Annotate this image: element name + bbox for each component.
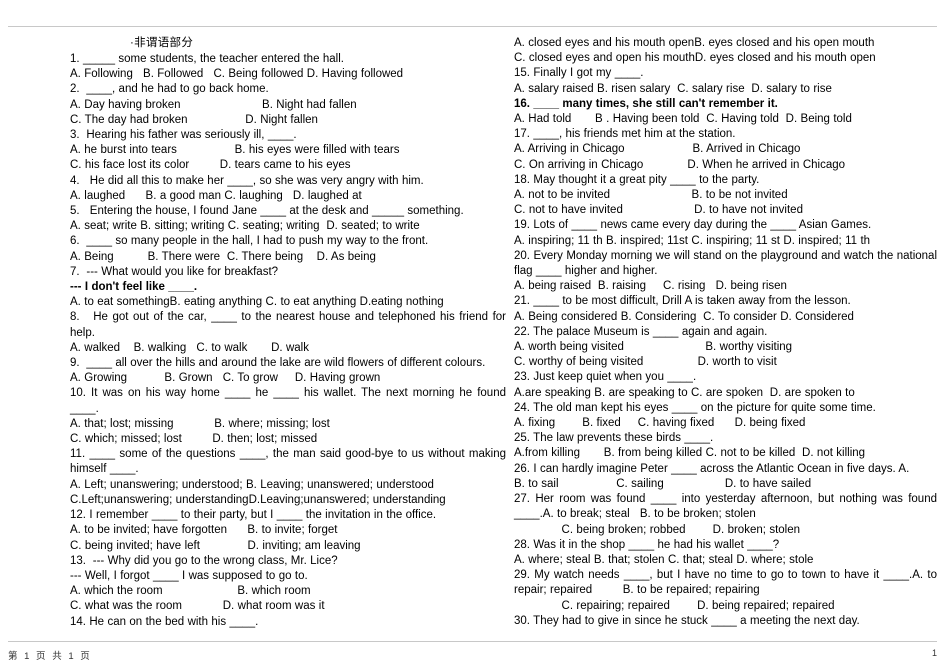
question-line: 22. The palace Museum is ____ again and … xyxy=(514,325,768,338)
right-column-lines: A. closed eyes and his mouth openB. eyes… xyxy=(514,36,937,629)
question-line: 29. My watch needs ____, but I have no t… xyxy=(514,569,941,597)
question-line: 19. Lots of ____ news came every day dur… xyxy=(514,219,872,232)
two-column-body: ·非谓语部分 1. _____ some students, the teach… xyxy=(0,36,945,630)
question-line: 13. --- Why did you go to the wrong clas… xyxy=(70,554,338,567)
question-line: --- I don't feel like ____. xyxy=(70,281,198,294)
question-line: C. being invited; have left D. inviting;… xyxy=(70,539,361,552)
question-line: A. worth being visited B. worthy visitin… xyxy=(514,341,793,354)
question-line: A. walked B. walking C. to walk D. walk xyxy=(70,341,309,354)
question-line: A. to eat somethingB. eating anything C.… xyxy=(70,296,444,309)
question-line: 26. I can hardly imagine Peter ____ acro… xyxy=(514,462,910,475)
question-line: 8. He got out of the car, ____ to the ne… xyxy=(70,311,510,339)
question-line: A.from killing B. from being killed C. n… xyxy=(514,447,866,460)
question-line: 21. ____ to be most difficult, Drill A i… xyxy=(514,295,851,308)
page-title: ·非谓语部分 xyxy=(130,37,194,49)
question-line: A. Had told B . Having been told C. Havi… xyxy=(514,113,852,126)
question-line: C. which; missed; lost D. then; lost; mi… xyxy=(70,433,318,446)
question-line: 27. Her room was found ____ into yesterd… xyxy=(514,493,941,521)
question-line: A. to be invited; have forgotten B. to i… xyxy=(70,524,338,537)
question-line: 9. ____ all over the hills and around th… xyxy=(70,357,486,370)
question-line: A. Left; unanswering; understood; B. Lea… xyxy=(70,478,434,491)
question-line: 12. I remember ____ to their party, but … xyxy=(70,509,437,522)
question-line: 3. Hearing his father was seriously ill,… xyxy=(70,129,297,142)
question-line: A. Being B. There were C. There being D.… xyxy=(70,250,376,263)
question-line: A. seat; write B. sitting; writing C. se… xyxy=(70,220,420,233)
question-line: A. being raised B. raising C. rising D. … xyxy=(514,280,787,293)
question-line: 6. ____ so many people in the hall, I ha… xyxy=(70,235,429,248)
question-line: A.are speaking B. are speaking to C. are… xyxy=(514,386,855,399)
question-line: 20. Every Monday morning we will stand o… xyxy=(514,249,941,278)
question-line: 2. ____, and he had to go back home. xyxy=(70,83,269,96)
question-line: C. what was the room D. what room was it xyxy=(70,600,325,613)
question-line: A. closed eyes and his mouth openB. eyes… xyxy=(514,37,875,49)
question-line: A. where; steal B. that; stolen C. that;… xyxy=(514,553,814,566)
question-line: --- Well, I forgot ____ I was supposed t… xyxy=(70,569,308,582)
question-line: 25. The law prevents these birds ____. xyxy=(514,432,714,445)
left-column-lines: 1. _____ some students, the teacher ente… xyxy=(70,52,506,630)
question-line: 16. ____ many times, she still can't rem… xyxy=(514,97,778,110)
question-line: A. that; lost; missing B. where; missing… xyxy=(70,417,330,430)
left-column: ·非谓语部分 1. _____ some students, the teach… xyxy=(0,36,512,630)
question-line: A. Growing B. Grown C. To grow D. Having… xyxy=(70,372,381,385)
question-line: C. his face lost its color D. tears came… xyxy=(70,159,351,172)
page-bottom-rule xyxy=(8,641,937,642)
question-line: A. Following B. Followed C. Being follow… xyxy=(70,68,404,81)
question-line: 28. Was it in the shop ____ he had his w… xyxy=(514,538,780,551)
question-line: A. which the room B. which room xyxy=(70,585,311,598)
question-line: A. Being considered B. Considering C. To… xyxy=(514,310,854,323)
question-line: A. he burst into tears B. his eyes were … xyxy=(70,144,400,157)
footer-page-number: 1 xyxy=(931,648,937,658)
question-line: 23. Just keep quiet when you ____. xyxy=(514,371,697,384)
question-line: 5. Entering the house, I found Jane ____… xyxy=(70,205,464,218)
page-top-rule xyxy=(8,26,937,27)
question-line: 18. May thought it a great pity ____ to … xyxy=(514,173,760,186)
right-column: A. closed eyes and his mouth openB. eyes… xyxy=(512,36,945,629)
question-line: C. worthy of being visited D. worth to v… xyxy=(514,356,777,369)
question-line: C. closed eyes and open his mouthD. eyes… xyxy=(514,52,876,65)
question-line: C. being broken; robbed D. broken; stole… xyxy=(514,523,801,536)
question-line: 15. Finally I got my ____. xyxy=(514,67,644,80)
question-line: A. fixing B. fixed C. having fixed D. be… xyxy=(514,417,806,430)
question-line: A. salary raised B. risen salary C. sala… xyxy=(514,82,832,95)
question-line: B. to sail C. sailing D. to have sailed xyxy=(514,477,812,490)
question-line: 24. The old man kept his eyes ____ on th… xyxy=(514,401,876,414)
question-line: 4. He did all this to make her ____, so … xyxy=(70,174,424,187)
question-line: 11. ____ some of the questions ____, the… xyxy=(70,448,510,476)
question-line: C. The day had broken D. Night fallen xyxy=(70,113,318,126)
question-line: A. inspiring; 11 th B. inspired; 11st C.… xyxy=(514,234,871,247)
question-line: 1. _____ some students, the teacher ente… xyxy=(70,53,344,65)
question-line: A. laughed B. a good man C. laughing D. … xyxy=(70,189,362,202)
question-line: C. On arriving in Chicago D. When he arr… xyxy=(514,158,846,171)
question-line: C.Left;unanswering; understandingD.Leavi… xyxy=(70,493,446,506)
question-line: 14. He can on the bed with his ____. xyxy=(70,615,259,628)
question-line: A. Day having broken B. Night had fallen xyxy=(70,98,357,111)
document-page: ·非谓语部分 1. _____ some students, the teach… xyxy=(0,0,945,668)
question-line: 17. ____, his friends met him at the sta… xyxy=(514,128,736,141)
question-line: C. not to have invited D. to have not in… xyxy=(514,204,803,217)
question-line: C. repairing; repaired D. being repaired… xyxy=(514,599,835,612)
question-line: A. Arriving in Chicago B. Arrived in Chi… xyxy=(514,143,801,156)
question-line: 30. They had to give in since he stuck _… xyxy=(514,614,860,627)
question-line: A. not to be invited B. to be not invite… xyxy=(514,189,788,202)
question-line: 7. --- What would you like for breakfast… xyxy=(70,265,279,278)
question-line: 10. It was on his way home ____ he ____ … xyxy=(70,387,510,415)
footer-page-count: 第 1 页 共 1 页 xyxy=(8,651,92,662)
page-footer: 第 1 页 共 1 页 1 xyxy=(8,648,937,662)
